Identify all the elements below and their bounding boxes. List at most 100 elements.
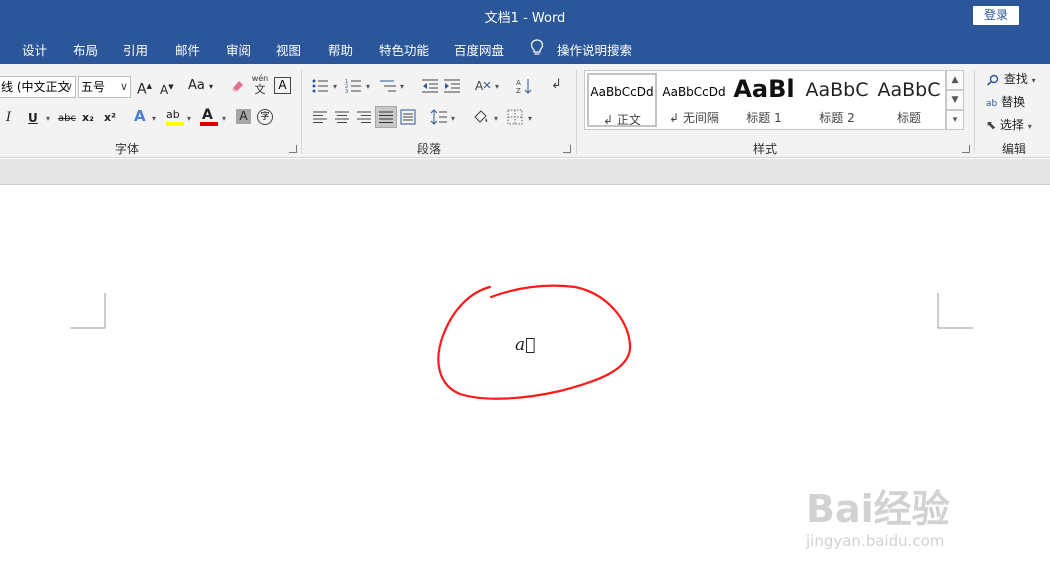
styles-scroll-up-icon[interactable]: ▲ xyxy=(946,70,964,90)
login-button[interactable]: 登录 xyxy=(973,6,1019,25)
bullets-icon[interactable] xyxy=(312,78,330,94)
style-sample: AaBl xyxy=(733,75,795,103)
replace-button[interactable]: ab 替换 xyxy=(986,93,1025,110)
find-button[interactable]: 查找 ▾ xyxy=(986,70,1036,87)
replace-label: 替换 xyxy=(1001,95,1026,109)
chevron-down-icon[interactable]: ▾ xyxy=(400,82,404,91)
svg-text:Z: Z xyxy=(516,87,521,95)
sort-icon[interactable]: AZ xyxy=(515,77,533,95)
title-bar: 文档1 - Word 登录 xyxy=(0,0,1050,30)
style-heading-1[interactable]: AaBl 标题 1 xyxy=(733,73,795,127)
shrink-font-button[interactable]: A▼ xyxy=(160,79,174,98)
tab-mailings[interactable]: 邮件 xyxy=(175,40,200,59)
tab-baidu-netdisk[interactable]: 百度网盘 xyxy=(454,40,504,59)
watermark-brand: Bai经验 xyxy=(806,487,950,531)
align-right-icon[interactable] xyxy=(356,110,372,124)
underline-button[interactable]: U xyxy=(28,110,38,126)
phonetic-guide-pinyin: wén xyxy=(251,74,269,83)
style-heading-2[interactable]: AaBbC 标题 2 xyxy=(805,73,869,127)
styles-more-icon[interactable]: ▾ xyxy=(946,110,964,130)
style-no-spacing[interactable]: AaBbCcDd ↲ 无间隔 xyxy=(661,73,727,127)
tab-special-features[interactable]: 特色功能 xyxy=(379,40,429,59)
tab-view[interactable]: 视图 xyxy=(276,40,301,59)
chevron-down-icon[interactable]: ▾ xyxy=(451,114,455,123)
paragraph-group-label: 段落 xyxy=(417,142,442,156)
text-effects-button[interactable]: A xyxy=(134,108,146,124)
highlight-label: ab xyxy=(166,108,180,121)
grow-font-button[interactable]: A▲ xyxy=(137,78,152,98)
decrease-indent-icon[interactable] xyxy=(421,78,439,94)
increase-indent-icon[interactable] xyxy=(443,78,461,94)
dialog-launcher-icon[interactable] xyxy=(563,145,571,153)
enclose-characters-button[interactable]: 字 xyxy=(257,109,273,125)
font-size-value: 五号 xyxy=(81,80,106,94)
chevron-down-icon: ∨ xyxy=(64,80,73,93)
ribbon: 线 (中文正文 ∨ 五号 ∨ A▲ A▼ Aa ▾ wén 文 A I U ▾ … xyxy=(0,64,1050,158)
editing-group-label: 编辑 xyxy=(1002,142,1027,156)
superscript-button[interactable]: x² xyxy=(104,110,116,126)
justify-button[interactable] xyxy=(375,106,397,128)
chevron-down-icon: ∨ xyxy=(119,80,128,93)
group-separator xyxy=(974,70,975,154)
multilevel-list-icon[interactable] xyxy=(378,78,398,94)
svg-text:A: A xyxy=(475,79,484,93)
chevron-down-icon[interactable]: ▾ xyxy=(495,82,499,91)
distributed-icon[interactable] xyxy=(400,109,416,125)
shrink-font-label: A xyxy=(160,83,169,97)
change-case-button[interactable]: Aa ▾ xyxy=(188,78,213,95)
chevron-down-icon[interactable]: ▾ xyxy=(366,82,370,91)
change-case-label: Aa xyxy=(188,78,205,93)
strikethrough-button[interactable]: abc xyxy=(58,111,76,127)
chevron-down-icon[interactable]: ▾ xyxy=(494,114,498,123)
tab-help[interactable]: 帮助 xyxy=(328,40,353,59)
style-sample: AaBbCcDd xyxy=(590,85,654,99)
character-border-button[interactable]: A xyxy=(274,77,291,94)
borders-icon[interactable] xyxy=(507,109,523,125)
chevron-down-icon[interactable]: ▾ xyxy=(152,114,156,123)
align-left-icon[interactable] xyxy=(312,110,328,124)
justify-icon xyxy=(379,111,393,123)
font-size-combo[interactable]: 五号 ∨ xyxy=(78,76,131,98)
search-icon xyxy=(986,74,999,86)
chevron-down-icon[interactable]: ▾ xyxy=(333,82,337,91)
chevron-down-icon[interactable]: ▾ xyxy=(46,114,50,123)
font-color-button[interactable]: A xyxy=(202,107,213,123)
ruler-area xyxy=(0,159,1050,185)
shading-icon[interactable] xyxy=(472,108,490,126)
tab-references[interactable]: 引用 xyxy=(123,40,148,59)
chevron-down-icon[interactable]: ▾ xyxy=(222,114,226,123)
chinese-layout-icon[interactable]: A xyxy=(474,78,492,94)
clear-formatting-icon[interactable] xyxy=(230,78,246,94)
line-spacing-icon[interactable] xyxy=(430,109,448,125)
align-center-icon[interactable] xyxy=(334,110,350,124)
show-marks-icon[interactable]: ↲ xyxy=(551,77,562,93)
styles-group-label: 样式 xyxy=(753,142,778,156)
style-title[interactable]: AaBbC 标题 xyxy=(877,73,941,127)
italic-button[interactable]: I xyxy=(6,110,11,126)
dialog-launcher-icon[interactable] xyxy=(289,145,297,153)
tab-layout[interactable]: 布局 xyxy=(73,40,98,59)
character-shading-button[interactable]: A xyxy=(236,109,251,124)
phonetic-guide-char: 文 xyxy=(254,83,266,96)
font-name-combo[interactable]: 线 (中文正文 ∨ xyxy=(0,76,76,98)
style-normal[interactable]: AaBbCcDd ↲ 正文 xyxy=(587,73,657,127)
phonetic-guide-button[interactable]: wén 文 xyxy=(251,74,269,98)
tell-me-search[interactable]: 操作说明搜索 xyxy=(557,40,632,59)
select-label: 选择 xyxy=(999,118,1024,132)
vector-formula[interactable]: a⃗ xyxy=(515,335,535,355)
replace-icon: ab xyxy=(986,99,998,109)
tab-review[interactable]: 审阅 xyxy=(226,40,251,59)
styles-scroll-down-icon[interactable]: ▼ xyxy=(946,90,964,110)
dialog-launcher-icon[interactable] xyxy=(962,145,970,153)
numbering-icon[interactable]: 123 xyxy=(345,78,363,94)
style-sample: AaBbC xyxy=(877,79,941,101)
chevron-down-icon[interactable]: ▾ xyxy=(187,114,191,123)
lightbulb-icon[interactable] xyxy=(530,39,544,57)
select-button[interactable]: ⬉ 选择 ▾ xyxy=(986,116,1032,133)
cursor-icon: ⬉ xyxy=(986,118,997,132)
chevron-down-icon[interactable]: ▾ xyxy=(528,114,532,123)
style-sample: AaBbCcDd xyxy=(662,85,726,99)
tab-design[interactable]: 设计 xyxy=(22,40,47,59)
highlight-button[interactable]: ab xyxy=(166,107,180,123)
subscript-button[interactable]: x₂ xyxy=(82,110,94,126)
